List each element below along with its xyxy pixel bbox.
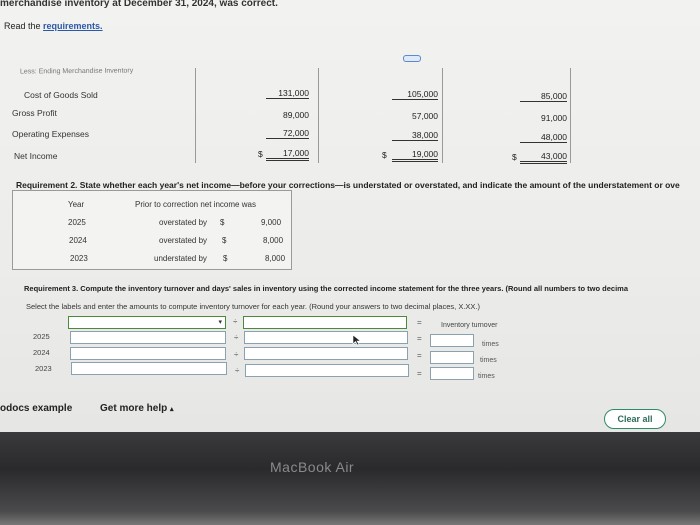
- numerator-input[interactable]: [70, 347, 226, 360]
- clear-all-button[interactable]: Clear all: [604, 409, 666, 429]
- req2-col-prior: Prior to correction net income was: [135, 200, 256, 209]
- column-divider: [570, 68, 571, 163]
- net-income-2025: 17,000: [266, 148, 309, 161]
- dollar-2023: $: [512, 152, 517, 162]
- example-link[interactable]: odocs example: [0, 403, 72, 414]
- turnover-input[interactable]: [430, 351, 474, 364]
- turnover-input[interactable]: [430, 367, 474, 380]
- row-label-opex: Operating Expenses: [12, 129, 90, 139]
- unit-label: times: [478, 373, 495, 380]
- unit-label: times: [482, 341, 499, 348]
- partial-row-label: Less: Ending Merchandise Inventory: [19, 67, 134, 76]
- row-label-net-income: Net Income: [14, 151, 58, 161]
- year-label: 2023: [35, 364, 52, 373]
- req3-title-text: Requirement 3. Compute the inventory tur…: [24, 284, 628, 293]
- dollar-2025: $: [258, 149, 263, 159]
- row-label-cogs: Cost of Goods Sold: [24, 90, 98, 100]
- req2-year: 2025: [68, 218, 86, 227]
- unit-label: times: [480, 357, 497, 364]
- column-divider: [195, 68, 196, 163]
- cogs-2025: 131,000: [266, 88, 309, 99]
- req2-year: 2023: [70, 254, 88, 263]
- cursor-icon: [352, 334, 362, 346]
- gross-profit-2024: 57,000: [412, 111, 438, 121]
- req2-amount[interactable]: 8,000: [263, 236, 283, 245]
- instruction-header: merchandise inventory at December 31, 20…: [0, 0, 278, 9]
- req2-amount[interactable]: 9,000: [261, 218, 281, 227]
- req2-status[interactable]: understated by: [154, 254, 207, 263]
- denominator-label-select[interactable]: [243, 316, 407, 329]
- year-label: 2025: [33, 332, 50, 341]
- get-more-help-link[interactable]: Get more help ▴: [100, 403, 174, 414]
- year-label: 2024: [33, 348, 50, 357]
- req2-status[interactable]: overstated by: [159, 218, 207, 227]
- divide-sign: ÷: [234, 333, 239, 342]
- equals-sign: =: [417, 318, 422, 327]
- laptop-bezel: MacBook Air: [0, 432, 700, 525]
- row-label-gross-profit: Gross Profit: [12, 108, 57, 118]
- dollar-2024: $: [382, 150, 387, 160]
- net-income-2024: 19,000: [392, 149, 438, 162]
- req3-instructions: Select the labels and enter the amounts …: [26, 302, 480, 311]
- expand-button[interactable]: [403, 55, 421, 62]
- device-brand: MacBook Air: [270, 459, 355, 475]
- gross-profit-2025: 89,000: [283, 110, 309, 120]
- numerator-input[interactable]: [71, 362, 227, 375]
- req3-title: Requirement 3. Compute the inventory tur…: [24, 284, 700, 293]
- equals-sign: =: [417, 369, 422, 378]
- caret-up-icon: ▴: [170, 406, 174, 413]
- requirements-link[interactable]: requirements.: [43, 21, 103, 31]
- read-requirements: Read the requirements.: [4, 21, 103, 31]
- turnover-input[interactable]: [430, 334, 474, 347]
- req2-dollar: $: [222, 236, 227, 245]
- cogs-2023: 85,000: [520, 91, 567, 102]
- column-divider: [442, 68, 443, 163]
- gross-profit-2023: 91,000: [541, 113, 567, 123]
- result-header: Inventory turnover: [441, 322, 498, 329]
- cogs-2024: 105,000: [392, 89, 438, 100]
- req2-col-year: Year: [68, 200, 85, 209]
- req2-dollar: $: [220, 218, 225, 227]
- denominator-input[interactable]: [244, 347, 408, 360]
- net-income-2023: 43,000: [520, 151, 567, 164]
- req2-year: 2024: [69, 236, 87, 245]
- get-more-help-label: Get more help: [100, 403, 168, 414]
- opex-2023: 48,000: [520, 132, 567, 143]
- req2-amount[interactable]: 8,000: [265, 254, 285, 263]
- divide-sign: ÷: [235, 366, 240, 375]
- equals-sign: =: [417, 334, 422, 343]
- denominator-input[interactable]: [245, 364, 409, 377]
- divide-sign: ÷: [233, 317, 238, 326]
- opex-2025: 72,000: [266, 128, 309, 139]
- column-divider: [318, 68, 319, 163]
- opex-2024: 38,000: [392, 130, 438, 141]
- req2-dollar: $: [223, 254, 228, 263]
- divide-sign: ÷: [234, 350, 239, 359]
- read-prefix: Read the: [4, 21, 44, 31]
- req2-table: Year Prior to correction net income was …: [12, 190, 292, 270]
- numerator-input[interactable]: [70, 331, 226, 344]
- equals-sign: =: [417, 351, 422, 360]
- req2-title: Requirement 2. State whether each year's…: [16, 180, 680, 190]
- chevron-down-icon: ▾: [218, 319, 222, 326]
- denominator-input[interactable]: [244, 331, 408, 344]
- browser-screen: merchandise inventory at December 31, 20…: [0, 0, 700, 432]
- req2-status[interactable]: overstated by: [159, 236, 207, 245]
- numerator-label-select[interactable]: ▾: [68, 316, 226, 329]
